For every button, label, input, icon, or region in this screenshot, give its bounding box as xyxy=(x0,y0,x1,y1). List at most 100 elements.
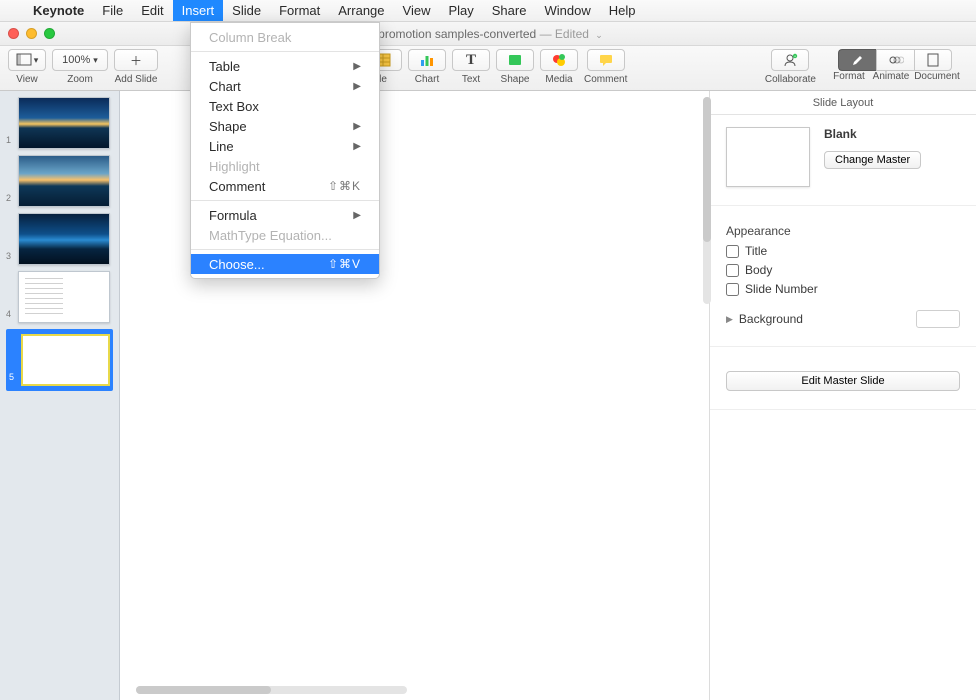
submenu-arrow-icon: ▶ xyxy=(353,81,361,92)
traffic-lights xyxy=(8,28,55,39)
menu-app[interactable]: Keynote xyxy=(24,0,93,21)
menu-separator xyxy=(191,249,379,250)
edit-master-slide-button[interactable]: Edit Master Slide xyxy=(726,371,960,391)
toolbar-add-slide[interactable]: ＋ Add Slide xyxy=(114,49,158,85)
background-color-swatch[interactable] xyxy=(916,310,960,328)
toolbar-comment[interactable]: Comment xyxy=(584,49,627,85)
media-icon xyxy=(551,52,567,68)
slide-number-checkbox-row[interactable]: Slide Number xyxy=(726,282,960,296)
body-checkbox[interactable] xyxy=(726,264,739,277)
minimize-window-button[interactable] xyxy=(26,28,37,39)
horizontal-scrollbar[interactable] xyxy=(136,686,407,694)
menu-item-mathtype: MathType Equation... xyxy=(191,225,379,245)
menu-share[interactable]: Share xyxy=(483,0,536,21)
menu-help[interactable]: Help xyxy=(600,0,645,21)
slide-thumbnail[interactable]: 4 xyxy=(6,271,113,323)
slide-navigator[interactable]: 1 2 3 4 5 xyxy=(0,91,120,700)
title-checkbox-row[interactable]: Title xyxy=(726,244,960,258)
svg-text:+: + xyxy=(794,55,796,59)
toolbar-chart[interactable]: Chart xyxy=(408,49,446,85)
fullscreen-window-button[interactable] xyxy=(44,28,55,39)
menu-item-column-break: Column Break xyxy=(191,27,379,47)
slide-thumbnail-selected[interactable]: 5 xyxy=(6,329,113,391)
slide-thumb-image xyxy=(18,271,110,323)
comment-icon xyxy=(598,52,614,68)
toolbar-add-slide-label: Add Slide xyxy=(115,74,158,85)
toolbar-text[interactable]: T Text xyxy=(452,49,490,85)
menu-separator xyxy=(191,200,379,201)
inspector-title: Slide Layout xyxy=(710,91,976,115)
scrollbar-knob[interactable] xyxy=(136,686,271,694)
menu-view[interactable]: View xyxy=(394,0,440,21)
toolbar-animate[interactable] xyxy=(876,49,914,71)
submenu-arrow-icon: ▶ xyxy=(353,121,361,132)
submenu-arrow-icon: ▶ xyxy=(353,141,361,152)
slide-thumb-image xyxy=(18,213,110,265)
slide-thumb-image xyxy=(21,334,110,386)
document-status: Edited xyxy=(555,27,589,41)
toolbar-view[interactable]: ▾ View xyxy=(8,49,46,85)
menu-item-formula[interactable]: Formula▶ xyxy=(191,205,379,225)
menu-format[interactable]: Format xyxy=(270,0,329,21)
body-checkbox-row[interactable]: Body xyxy=(726,263,960,277)
layout-thumbnail xyxy=(726,127,810,187)
toolbar-collaborate[interactable]: + Collaborate xyxy=(765,49,816,85)
view-icon xyxy=(16,52,32,68)
chevron-down-icon: ⌄ xyxy=(595,30,603,40)
toolbar-zoom-label: Zoom xyxy=(67,74,93,85)
title-checkbox[interactable] xyxy=(726,245,739,258)
appearance-section-label: Appearance xyxy=(726,224,960,238)
brush-icon xyxy=(850,52,866,68)
slide-thumbnail[interactable]: 3 xyxy=(6,213,113,265)
document-icon xyxy=(925,52,941,68)
menu-arrange[interactable]: Arrange xyxy=(329,0,393,21)
vertical-scrollbar[interactable] xyxy=(703,97,711,304)
menu-file[interactable]: File xyxy=(93,0,132,21)
change-master-button[interactable]: Change Master xyxy=(824,151,921,169)
toolbar-view-label: View xyxy=(16,74,38,85)
toolbar-document[interactable] xyxy=(914,49,952,71)
toolbar-format[interactable] xyxy=(838,49,876,71)
collaborate-icon: + xyxy=(782,52,798,68)
slide-thumbnail[interactable]: 1 xyxy=(6,97,113,149)
slide-thumb-image xyxy=(18,97,110,149)
menu-window[interactable]: Window xyxy=(535,0,599,21)
menu-item-shape[interactable]: Shape▶ xyxy=(191,116,379,136)
scrollbar-knob[interactable] xyxy=(703,97,711,242)
menu-item-choose[interactable]: Choose...⇧⌘V xyxy=(191,254,379,274)
menu-item-chart[interactable]: Chart▶ xyxy=(191,76,379,96)
slide-thumb-image xyxy=(18,155,110,207)
toolbar-media[interactable]: Media xyxy=(540,49,578,85)
slide-number-checkbox[interactable] xyxy=(726,283,739,296)
layout-name: Blank xyxy=(824,127,960,141)
toolbar-zoom[interactable]: 100%▾ Zoom xyxy=(52,49,108,85)
divider xyxy=(710,205,976,206)
menu-play[interactable]: Play xyxy=(439,0,482,21)
disclosure-triangle-icon: ▶ xyxy=(726,314,733,325)
close-window-button[interactable] xyxy=(8,28,19,39)
chart-icon xyxy=(419,52,435,68)
menu-item-comment[interactable]: Comment⇧⌘K xyxy=(191,176,379,196)
window-titlebar: promotion samples-converted — Edited ⌄ xyxy=(0,22,976,46)
inspector-panel: Slide Layout Blank Change Master Appeara… xyxy=(710,91,976,700)
animate-icon xyxy=(888,52,904,68)
divider xyxy=(710,346,976,347)
menu-insert[interactable]: Insert xyxy=(173,0,224,21)
menu-item-highlight: Highlight xyxy=(191,156,379,176)
document-name: promotion samples-converted xyxy=(378,27,536,41)
menu-item-text-box[interactable]: Text Box xyxy=(191,96,379,116)
menubar: Keynote File Edit Insert Slide Format Ar… xyxy=(0,0,976,22)
main-area: 1 2 3 4 5 Slide Layout Blank Change Mast… xyxy=(0,91,976,700)
slide-thumbnail[interactable]: 2 xyxy=(6,155,113,207)
menu-item-line[interactable]: Line▶ xyxy=(191,136,379,156)
shape-icon xyxy=(507,52,523,68)
toolbar: ▾ View 100%▾ Zoom ＋ Add Slide le Chart T… xyxy=(0,46,976,91)
menu-slide[interactable]: Slide xyxy=(223,0,270,21)
toolbar-shape[interactable]: Shape xyxy=(496,49,534,85)
background-disclosure[interactable]: ▶ Background xyxy=(726,310,960,328)
toolbar-inspector-segment: Format Animate Document xyxy=(828,49,962,82)
menu-edit[interactable]: Edit xyxy=(132,0,172,21)
insert-menu-dropdown: Column Break Table▶ Chart▶ Text Box Shap… xyxy=(190,22,380,279)
menu-item-table[interactable]: Table▶ xyxy=(191,56,379,76)
submenu-arrow-icon: ▶ xyxy=(353,210,361,221)
